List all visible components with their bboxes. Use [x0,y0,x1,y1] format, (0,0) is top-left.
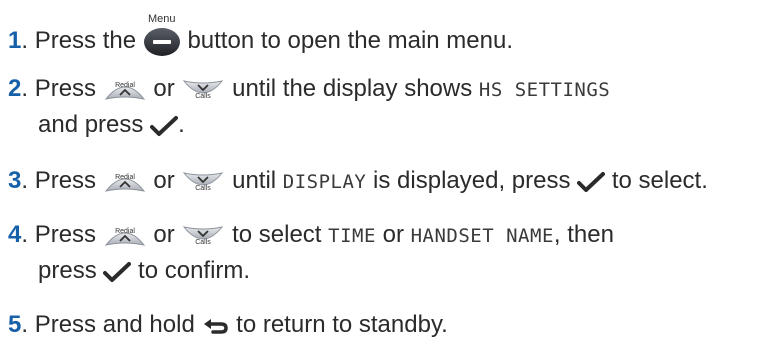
display-text: DISPLAY [282,171,367,193]
calls-down-button-icon: Calls [181,169,225,195]
ok-check-icon [577,171,606,193]
redial-up-button-icon: Redial [103,223,147,249]
step-text: button to open the main menu. [187,27,513,54]
menu-caption: Menu [148,12,176,25]
step-number: 3 [8,167,22,194]
calls-down-button-icon: Calls [181,223,225,249]
svg-text:Calls: Calls [196,239,212,246]
step-number: 2 [8,75,22,102]
step-4-line-2: press to confirm. [38,257,251,284]
display-text: HANDSET NAME [410,225,554,247]
step-number: 4 [8,221,22,248]
svg-text:Calls: Calls [196,93,212,100]
step-text: Press the [34,27,137,54]
step-2-line-2: and press . [38,111,185,138]
ok-check-icon [150,115,179,137]
step-2: 2. Press Redial or Calls until the displ… [8,75,611,103]
step-number: 1 [8,27,22,54]
step-4: 4. Press Redial or Calls to select TIME … [8,221,614,249]
svg-text:Redial: Redial [115,228,135,235]
svg-text:Redial: Redial [115,82,135,89]
display-text: TIME [328,225,376,247]
step-1: 1. Press the Menu button to open the mai… [8,13,513,58]
redial-up-button-icon: Redial [103,77,147,103]
calls-down-button-icon: Calls [181,77,225,103]
menu-button-icon: Menu [143,13,181,57]
step-3: 3. Press Redial or Calls until DISPLAY i… [8,167,708,195]
back-end-icon [201,316,229,336]
svg-text:Calls: Calls [196,185,212,192]
step-5: 5. Press and hold to return to standby. [8,311,448,338]
redial-up-button-icon: Redial [103,169,147,195]
svg-text:Redial: Redial [115,174,135,181]
step-number: 5 [8,311,22,338]
ok-check-icon [103,261,132,283]
display-text: HS SETTINGS [478,79,611,101]
